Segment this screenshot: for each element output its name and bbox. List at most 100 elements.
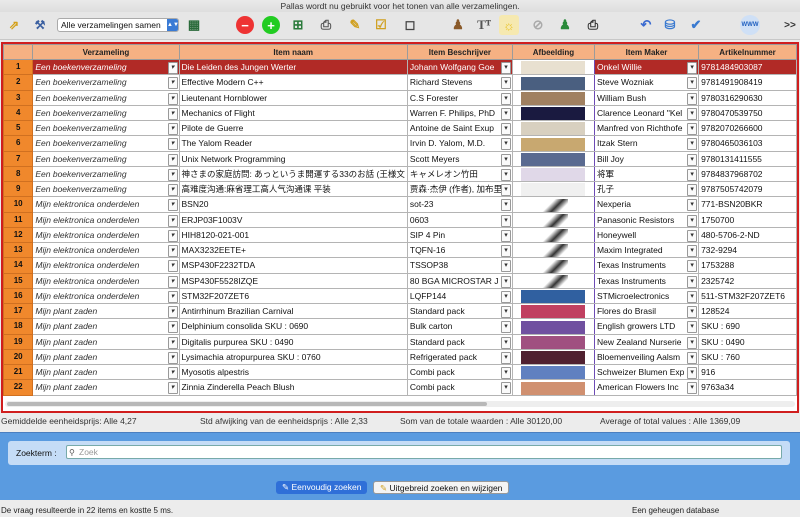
cell-item-name[interactable]: Antirrhinum Brazilian Carnival <box>178 302 408 320</box>
cell-article-number[interactable]: 1750700 <box>698 211 797 228</box>
cell-collection[interactable]: Mijn elektronica onderdelen <box>32 241 180 259</box>
cell-article-number[interactable]: 9781484903087 <box>698 58 797 76</box>
cell-item-name[interactable]: 高难度沟通:麻省理工高人气沟通课 平装 <box>178 180 408 198</box>
cell-describer[interactable]: Richard Stevens <box>406 74 513 91</box>
table-row[interactable]: 16Mijn elektronica onderdelenSTM32F207ZE… <box>3 287 797 305</box>
cell-image[interactable] <box>511 318 595 335</box>
cell-image[interactable] <box>511 287 595 305</box>
cell-article-number[interactable]: 9780470539750 <box>698 104 797 122</box>
cell-describer[interactable]: Standard pack <box>406 302 513 320</box>
cell-item-name[interactable]: MSP430F2232TDA <box>178 257 408 274</box>
cell-collection[interactable]: Een boekenverzameling <box>32 104 180 122</box>
cell-collection[interactable]: Mijn plant zaden <box>32 363 180 381</box>
table-row[interactable]: 15Mijn elektronica onderdelenMSP430F5528… <box>3 272 797 289</box>
table-row[interactable]: 13Mijn elektronica onderdelenMAX3232EETE… <box>3 241 797 259</box>
cell-collection[interactable]: Een boekenverzameling <box>32 180 180 198</box>
table-row[interactable]: 8Een boekenverzameling神さまの家庭訪問: あっというま開運… <box>3 165 797 183</box>
column-header-image[interactable]: Afbeelding <box>511 44 595 60</box>
check-icon[interactable]: ✔ <box>686 15 706 35</box>
cell-article-number[interactable]: 128524 <box>698 302 797 320</box>
cell-maker[interactable]: Steve Wozniak <box>593 74 700 91</box>
table-row[interactable]: 11Mijn elektronica onderdelenERJP03F1003… <box>3 211 797 228</box>
cell-item-name[interactable]: Die Leiden des Jungen Werter <box>178 58 408 76</box>
cell-collection[interactable]: Mijn elektronica onderdelen <box>32 287 180 305</box>
cell-collection[interactable]: Mijn plant zaden <box>32 318 180 335</box>
cell-article-number[interactable]: 9780131411555 <box>698 150 797 167</box>
row-number[interactable]: 17 <box>3 302 34 320</box>
person-icon[interactable]: ♟ <box>448 15 468 35</box>
cell-describer[interactable]: Irvin D. Yalom, M.D. <box>406 135 513 152</box>
cell-maker[interactable]: Bill Joy <box>593 150 700 167</box>
cell-maker[interactable]: 孔子 <box>593 180 700 198</box>
cell-article-number[interactable]: 9782070266600 <box>698 119 797 137</box>
row-number[interactable]: 11 <box>3 211 34 228</box>
cell-article-number[interactable]: 732-9294 <box>698 241 797 259</box>
cell-item-name[interactable]: STM32F207ZET6 <box>178 287 408 305</box>
cell-image[interactable] <box>511 104 595 122</box>
tools-icon[interactable]: ⚒ <box>30 15 50 35</box>
cell-article-number[interactable]: SKU : 690 <box>698 318 797 335</box>
cell-image[interactable] <box>511 180 595 198</box>
cell-maker[interactable]: Honeywell <box>593 226 700 244</box>
row-number[interactable]: 18 <box>3 318 34 335</box>
cell-image[interactable] <box>511 58 595 76</box>
cell-collection[interactable]: Een boekenverzameling <box>32 119 180 137</box>
cell-article-number[interactable]: 771-BSN20BKR <box>698 196 797 213</box>
cell-describer[interactable]: TSSOP38 <box>406 257 513 274</box>
horizontal-scrollbar[interactable] <box>5 401 795 407</box>
cell-item-name[interactable]: The Yalom Reader <box>178 135 408 152</box>
row-number[interactable]: 2 <box>3 74 34 91</box>
cell-image[interactable] <box>511 165 595 183</box>
table-row[interactable]: 10Mijn elektronica onderdelenBSN20sot-23… <box>3 196 797 213</box>
table-row[interactable]: 20Mijn plant zadenLysimachia atropurpure… <box>3 348 797 366</box>
cell-item-name[interactable]: Zinnia Zinderella Peach Blush <box>178 379 408 396</box>
row-number[interactable]: 13 <box>3 241 34 259</box>
cell-maker[interactable]: Bloemenveiling Aalsm <box>593 348 700 366</box>
collection-select[interactable]: Alle verzamelingen samen ▲▼ <box>57 18 179 32</box>
cell-collection[interactable]: Mijn plant zaden <box>32 348 180 366</box>
add-icon[interactable]: + <box>262 16 280 34</box>
cell-item-name[interactable]: 神さまの家庭訪問: あっというま開運する33のお話 (王様文 <box>178 165 408 183</box>
table-row[interactable]: 21Mijn plant zadenMyosotis alpestrisComb… <box>3 363 797 381</box>
table-row[interactable]: 14Mijn elektronica onderdelenMSP430F2232… <box>3 257 797 274</box>
cell-maker[interactable]: American Flowers Inc <box>593 379 700 396</box>
cell-article-number[interactable]: 9780316290630 <box>698 89 797 106</box>
cash-register-icon[interactable]: ▦ <box>184 15 204 35</box>
cell-collection[interactable]: Mijn elektronica onderdelen <box>32 211 180 228</box>
cell-describer[interactable]: 0603 <box>406 211 513 228</box>
cell-article-number[interactable]: 9763a34 <box>698 379 797 396</box>
cell-article-number[interactable]: 9784837968702 <box>698 165 797 183</box>
cell-maker[interactable]: English growers LTD <box>593 318 700 335</box>
cell-collection[interactable]: Een boekenverzameling <box>32 165 180 183</box>
row-number[interactable]: 8 <box>3 165 34 183</box>
cell-maker[interactable]: Flores do Brasil <box>593 302 700 320</box>
cell-article-number[interactable]: SKU : 0490 <box>698 333 797 350</box>
cell-item-name[interactable]: Myosotis alpestris <box>178 363 408 381</box>
cell-article-number[interactable]: SKU : 760 <box>698 348 797 366</box>
cell-item-name[interactable]: Lieutenant Hornblower <box>178 89 408 106</box>
simple-search-button[interactable]: ✎ Eenvoudig zoeken <box>276 481 368 494</box>
lightbulb-icon[interactable]: ☼ <box>499 15 519 35</box>
cell-maker[interactable]: Clarence Leonard "Kel <box>593 104 700 122</box>
cell-describer[interactable]: Refrigerated pack <box>406 348 513 366</box>
cell-item-name[interactable]: Pilote de Guerre <box>178 119 408 137</box>
cell-image[interactable] <box>511 119 595 137</box>
cell-image[interactable] <box>511 226 595 244</box>
cell-collection[interactable]: Een boekenverzameling <box>32 74 180 91</box>
cell-article-number[interactable]: 9780465036103 <box>698 135 797 152</box>
column-header-describer[interactable]: Item Beschrijver <box>406 44 513 60</box>
table-row[interactable]: 4Een boekenverzamelingMechanics of Fligh… <box>3 104 797 122</box>
cell-image[interactable] <box>511 333 595 350</box>
row-number[interactable]: 20 <box>3 348 34 366</box>
cell-collection[interactable]: Mijn elektronica onderdelen <box>32 226 180 244</box>
cell-image[interactable] <box>511 89 595 106</box>
row-number[interactable]: 14 <box>3 257 34 274</box>
edit-check-icon[interactable]: ☑ <box>371 15 391 35</box>
row-number[interactable]: 19 <box>3 333 34 350</box>
cell-image[interactable] <box>511 211 595 228</box>
cell-image[interactable] <box>511 135 595 152</box>
cell-collection[interactable]: Een boekenverzameling <box>32 58 180 76</box>
cell-item-name[interactable]: Delphinium consolida SKU : 0690 <box>178 318 408 335</box>
www-icon[interactable]: WWW <box>740 15 760 35</box>
cell-image[interactable] <box>511 348 595 366</box>
